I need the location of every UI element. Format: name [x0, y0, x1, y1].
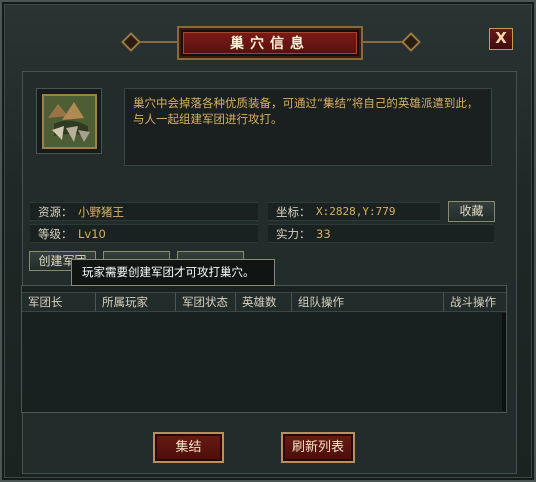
- legion-table-header: 军团长 所属玩家 军团状态 英雄数 组队操作 战斗操作: [22, 292, 506, 312]
- coordinate-value: X:2828,Y:779: [316, 205, 396, 218]
- nest-info-window: 巢穴信息 X 巢穴中会掉落各种优质装备，可通过“集结”将自己的英雄派遣到此，与人…: [0, 0, 536, 482]
- col-battle-action: 战斗操作: [444, 292, 506, 312]
- window-title: 巢穴信息: [183, 32, 357, 54]
- close-button[interactable]: X: [489, 28, 513, 50]
- boar-king-icon: [44, 96, 95, 147]
- close-icon: X: [495, 29, 507, 47]
- level-value: Lv10: [78, 226, 106, 241]
- resource-label: 资源：: [38, 204, 73, 219]
- nest-description: 巢穴中会掉落各种优质装备，可通过“集结”将自己的英雄派遣到此，与人一起组建军团进…: [124, 88, 492, 166]
- create-legion-tooltip: 玩家需要创建军团才可攻打巢穴。: [71, 259, 275, 286]
- title-ornament-left: [121, 32, 141, 52]
- power-value: 33: [316, 226, 331, 241]
- table-scrollbar[interactable]: [502, 313, 506, 411]
- col-legion-leader: 军团长: [22, 292, 96, 312]
- col-team-action: 组队操作: [292, 292, 444, 312]
- coordinate-field: 坐标： X:2828,Y:779: [268, 202, 440, 221]
- rally-button[interactable]: 集结: [153, 432, 224, 463]
- col-legion-status: 军团状态: [176, 292, 236, 312]
- col-hero-count: 英雄数: [236, 292, 292, 312]
- title-ornament-right: [401, 32, 421, 52]
- col-owner-player: 所属玩家: [96, 292, 176, 312]
- power-label: 实力：: [276, 226, 311, 241]
- coordinate-label: 坐标：: [276, 204, 311, 219]
- power-field: 实力： 33: [268, 224, 494, 243]
- level-field: 等级： Lv10: [30, 224, 258, 243]
- nest-portrait-frame: [36, 88, 102, 154]
- resource-value: 小野猪王: [78, 204, 124, 219]
- favorite-button[interactable]: 收藏: [448, 201, 495, 222]
- resource-field: 资源： 小野猪王: [30, 202, 258, 221]
- level-label: 等级：: [38, 226, 73, 241]
- legion-table: 军团长 所属玩家 军团状态 英雄数 组队操作 战斗操作: [21, 285, 507, 413]
- title-banner: 巢穴信息: [177, 26, 363, 60]
- refresh-list-button[interactable]: 刷新列表: [281, 432, 355, 463]
- nest-portrait-image: [42, 94, 97, 149]
